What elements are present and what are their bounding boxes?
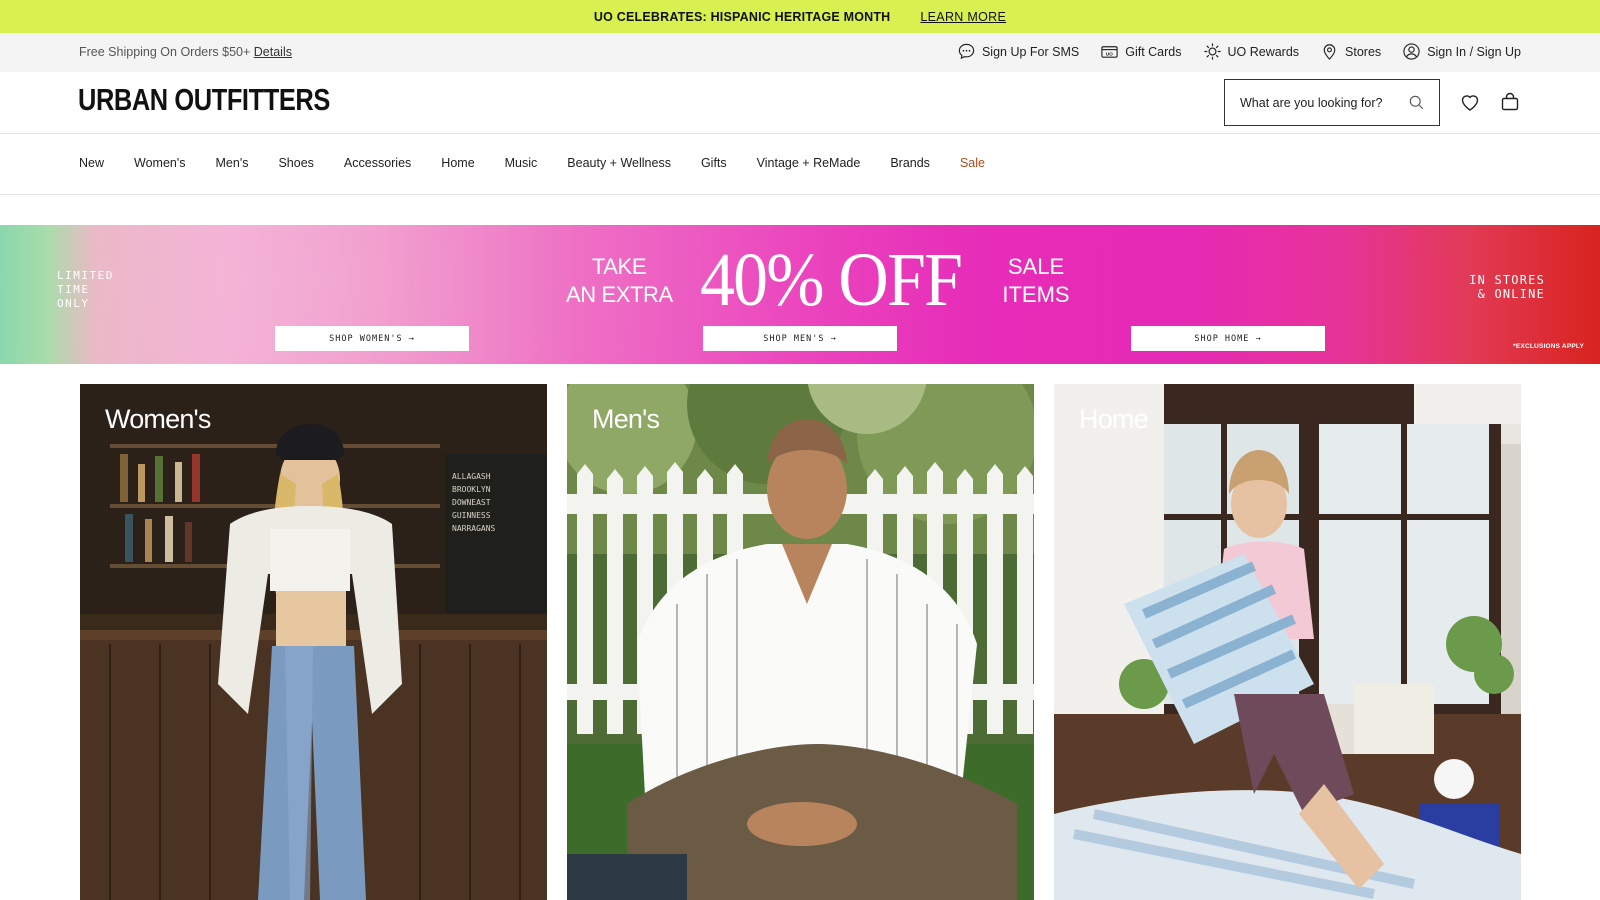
wishlist-heart-icon[interactable] [1458, 90, 1482, 114]
promo-headline: 40% OFF [700, 238, 963, 322]
sale-items-text: SALE ITEMS [1002, 254, 1070, 307]
learn-more-link[interactable]: LEARN MORE [920, 10, 1006, 24]
nav-item-new[interactable]: New [79, 156, 104, 170]
nav-item-music[interactable]: Music [505, 156, 538, 170]
shipping-details-link[interactable]: Details [254, 45, 292, 59]
shopping-bag-icon[interactable] [1498, 90, 1522, 114]
main-nav: New Women's Men's Shoes Accessories Home… [0, 134, 1600, 195]
utility-links: Sign Up For SMS UO Gift Cards UO Rewards… [957, 42, 1521, 61]
sun-icon [1203, 43, 1221, 60]
category-tile-home[interactable]: Home [1054, 384, 1521, 900]
nav-item-sale[interactable]: Sale [960, 156, 985, 170]
svg-text:NARRAGANS: NARRAGANS [452, 524, 496, 533]
search-icon[interactable] [1408, 94, 1425, 111]
uo-rewards-label: UO Rewards [1227, 44, 1300, 59]
in-stores-online-text: IN STORES & ONLINE [1469, 273, 1545, 301]
nav-item-accessories[interactable]: Accessories [344, 156, 411, 170]
sms-signup-label: Sign Up For SMS [981, 44, 1080, 59]
womens-category-image: ALLAGASH BROOKLYN DOWNEAST GUINNESS NARRAGAN… [80, 384, 547, 900]
sign-in-link[interactable]: Sign In / Sign Up [1402, 42, 1521, 61]
svg-text:BROOKLYN: BROOKLYN [452, 485, 491, 494]
nav-item-shoes[interactable]: Shoes [278, 156, 313, 170]
site-header: URBAN OUTFITTERS [0, 72, 1600, 134]
take-an-extra-text: TAKE AN EXTRA [566, 254, 673, 307]
mens-category-image [567, 384, 1034, 900]
nav-item-womens[interactable]: Women's [134, 156, 185, 170]
gift-cards-link[interactable]: UO Gift Cards [1100, 42, 1182, 61]
nav-item-mens[interactable]: Men's [216, 156, 249, 170]
category-tile-mens[interactable]: Men's [567, 384, 1034, 900]
nav-item-home[interactable]: Home [441, 156, 474, 170]
limited-time-text: LIMITED TIME ONLY [57, 269, 114, 310]
promo-banner[interactable]: LIMITED TIME ONLY TAKE AN EXTRA 40% OFF … [0, 225, 1600, 364]
shop-womens-button[interactable]: SHOP WOMEN'S → [275, 326, 469, 351]
shipping-text: Free Shipping On Orders $50+ [79, 45, 251, 59]
nav-item-gifts[interactable]: Gifts [701, 156, 727, 170]
announcement-bar: UO CELEBRATES: HISPANIC HERITAGE MONTH L… [0, 0, 1600, 33]
user-icon [1403, 43, 1420, 60]
gift-cards-label: Gift Cards [1125, 44, 1182, 59]
chat-bubble-icon [958, 43, 975, 60]
stores-link[interactable]: Stores [1320, 42, 1381, 61]
search-box[interactable] [1224, 79, 1440, 126]
womens-tile-label: Women's [105, 404, 211, 434]
free-shipping-notice: Free Shipping On Orders $50+ Details [79, 45, 292, 59]
search-input[interactable] [1240, 95, 1408, 110]
shop-home-button[interactable]: SHOP HOME → [1131, 326, 1325, 351]
uo-rewards-link[interactable]: UO Rewards [1203, 42, 1300, 61]
exclusions-apply-text: *EXCLUSIONS APPLY [1513, 343, 1584, 350]
nav-item-brands[interactable]: Brands [890, 156, 930, 170]
svg-text:ALLAGASH: ALLAGASH [452, 472, 491, 481]
site-logo[interactable]: URBAN OUTFITTERS [78, 82, 330, 118]
mens-tile-label: Men's [592, 404, 660, 434]
svg-text:UO: UO [1106, 51, 1113, 57]
home-tile-label: Home [1079, 404, 1149, 434]
utility-bar: Free Shipping On Orders $50+ Details Sig… [0, 33, 1600, 72]
shop-mens-button[interactable]: SHOP MEN'S → [703, 326, 897, 351]
stores-label: Stores [1345, 44, 1382, 59]
category-tile-womens[interactable]: ALLAGASH BROOKLYN DOWNEAST GUINNESS NARRAGAN… [80, 384, 547, 900]
nav-item-vintage-remade[interactable]: Vintage + ReMade [757, 156, 861, 170]
svg-text:GUINNESS: GUINNESS [452, 511, 491, 520]
svg-text:DOWNEAST: DOWNEAST [452, 498, 491, 507]
home-category-image [1054, 384, 1521, 900]
sms-signup-link[interactable]: Sign Up For SMS [957, 42, 1079, 61]
announcement-message: UO CELEBRATES: HISPANIC HERITAGE MONTH [593, 9, 891, 24]
sign-in-label: Sign In / Sign Up [1427, 44, 1521, 59]
nav-item-beauty-wellness[interactable]: Beauty + Wellness [567, 156, 671, 170]
location-pin-icon [1323, 44, 1336, 60]
gift-card-icon: UO [1101, 46, 1118, 58]
